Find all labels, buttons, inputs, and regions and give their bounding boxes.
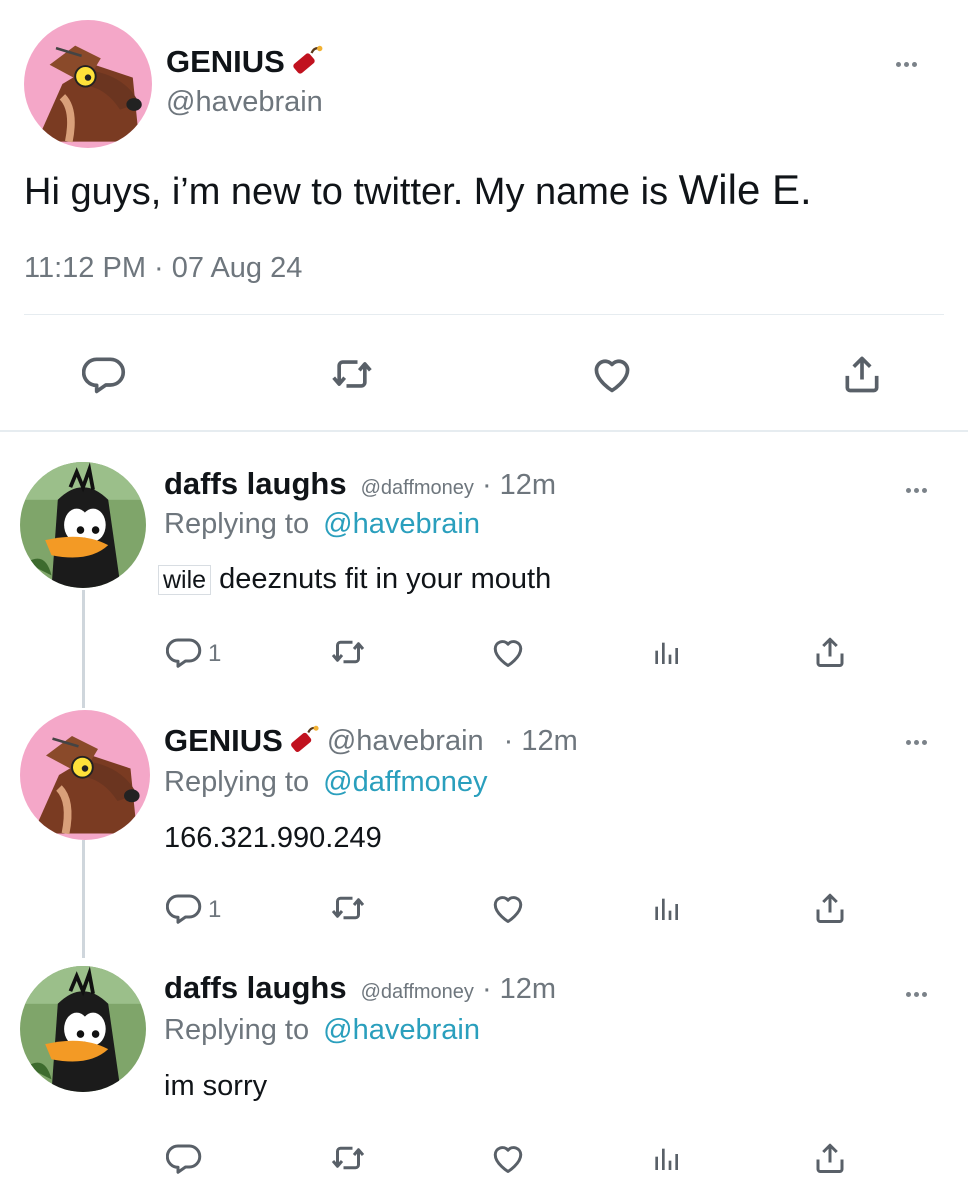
- share-icon[interactable]: [812, 634, 848, 670]
- reply-icon[interactable]: [166, 1140, 202, 1176]
- reply-header: daffs laughs @daffmoney · 12m: [164, 970, 556, 1006]
- views-icon[interactable]: [650, 1142, 682, 1174]
- more-icon[interactable]: [906, 984, 946, 1004]
- avatar[interactable]: [20, 462, 146, 588]
- replying-prefix: Replying to: [164, 1014, 310, 1046]
- replying-to: Replying to @daffmoney: [164, 766, 488, 799]
- heart-icon[interactable]: [590, 352, 634, 396]
- reply-header: daffs laughs @daffmoney · 12m: [164, 466, 556, 502]
- reply-action-bar: 1: [0, 632, 968, 676]
- reply-action-bar: [0, 1138, 968, 1182]
- views-icon[interactable]: [650, 892, 682, 924]
- heart-icon[interactable]: [490, 890, 526, 926]
- tweet-timestamp[interactable]: 11:12 PM · 07 Aug 24: [24, 252, 302, 285]
- handle[interactable]: @havebrain: [166, 86, 323, 119]
- reply-text-body: deeznuts fit in your mouth: [219, 563, 552, 595]
- reply-count: 1: [208, 896, 222, 923]
- reply-icon[interactable]: [166, 634, 202, 670]
- section-divider: [0, 430, 968, 432]
- more-icon[interactable]: [906, 732, 946, 752]
- share-icon[interactable]: [812, 1140, 848, 1176]
- reply-text: 166.321.990.249: [164, 822, 382, 854]
- heart-icon[interactable]: [490, 634, 526, 670]
- reply-action-bar: 1: [0, 888, 968, 932]
- reply-text: wile deeznuts fit in your mouth: [158, 563, 551, 596]
- retweet-icon[interactable]: [330, 352, 374, 396]
- reply-icon[interactable]: [166, 890, 202, 926]
- reply-time[interactable]: · 12m: [482, 469, 556, 502]
- tweet-text: Hi guys, i’m new to twitter. My name is …: [24, 166, 812, 214]
- share-icon[interactable]: [840, 352, 884, 396]
- reply-time[interactable]: · 12m: [482, 973, 556, 1006]
- dynamite-icon: [289, 44, 325, 80]
- dynamite-icon: [287, 724, 321, 758]
- main-tweet-display-name-row: GENIUS: [166, 42, 325, 82]
- retweet-icon[interactable]: [330, 1140, 366, 1176]
- reply-header: GENIUS @havebrain · 12m: [164, 723, 578, 759]
- replying-to-link[interactable]: @daffmoney: [323, 766, 487, 798]
- handle[interactable]: @daffmoney: [361, 477, 474, 500]
- tweet-text-suffix: Wile E.: [678, 166, 812, 213]
- reply-text-prefix: wile: [158, 565, 212, 595]
- reply-icon[interactable]: [82, 352, 126, 396]
- handle[interactable]: @havebrain: [327, 725, 484, 758]
- replying-to-link[interactable]: @havebrain: [323, 508, 480, 540]
- display-name[interactable]: daffs laughs: [164, 970, 347, 1006]
- replying-to-link[interactable]: @havebrain: [323, 1014, 480, 1046]
- handle[interactable]: @daffmoney: [361, 981, 474, 1004]
- replying-to: Replying to @havebrain: [164, 508, 480, 541]
- avatar[interactable]: [20, 966, 146, 1092]
- display-name[interactable]: GENIUS: [166, 44, 285, 80]
- replying-prefix: Replying to: [164, 766, 310, 798]
- replying-to: Replying to @havebrain: [164, 1014, 480, 1047]
- share-icon[interactable]: [812, 890, 848, 926]
- divider: [24, 314, 944, 315]
- avatar[interactable]: [24, 20, 152, 148]
- replying-prefix: Replying to: [164, 508, 310, 540]
- display-name[interactable]: daffs laughs: [164, 466, 347, 502]
- more-icon[interactable]: [896, 54, 936, 74]
- tweet-text-main: Hi guys, i’m new to twitter. My name is: [24, 171, 669, 213]
- reply-count: 1: [208, 640, 222, 667]
- retweet-icon[interactable]: [330, 890, 366, 926]
- more-icon[interactable]: [906, 480, 946, 500]
- avatar[interactable]: [20, 710, 150, 840]
- views-icon[interactable]: [650, 636, 682, 668]
- retweet-icon[interactable]: [330, 634, 366, 670]
- reply-text: im sorry: [164, 1070, 268, 1102]
- display-name[interactable]: GENIUS: [164, 723, 283, 759]
- main-action-bar: [0, 352, 968, 400]
- heart-icon[interactable]: [490, 1140, 526, 1176]
- reply-time[interactable]: · 12m: [504, 725, 578, 758]
